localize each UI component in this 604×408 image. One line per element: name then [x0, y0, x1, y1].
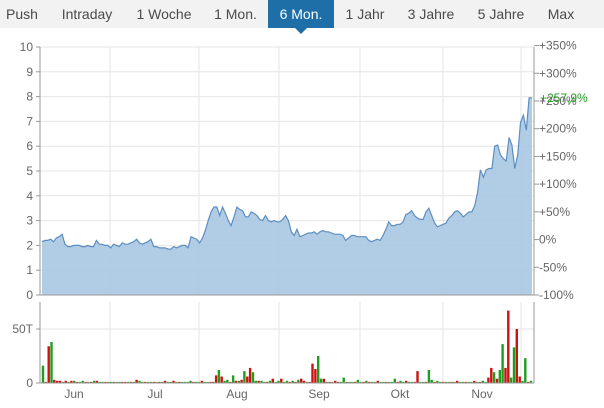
volume-bar	[300, 378, 303, 383]
volume-bar	[495, 378, 499, 383]
last-value-label: +257,9%	[540, 91, 588, 105]
x-tick-label: Sep	[308, 387, 330, 401]
volume-bar	[246, 376, 249, 383]
volume-bar	[492, 372, 496, 383]
volume-bar	[512, 347, 516, 383]
volume-bar	[507, 310, 510, 383]
y2-tick-label: +200%	[539, 122, 577, 136]
volume-bar	[41, 365, 45, 383]
volume-bar	[251, 372, 255, 383]
volume-bar	[280, 378, 283, 383]
y-tick-label: 3	[26, 214, 33, 228]
x-tick-label: Jul	[147, 387, 162, 401]
volume-bar	[322, 378, 326, 383]
volume-bar	[220, 376, 223, 383]
y-tick-label: 5	[26, 164, 33, 178]
volume-bar	[524, 358, 527, 383]
volume-bar	[504, 367, 507, 383]
price-chart: 0 1 2 3 4 5 6 7 8 9 10 -100% -50% 0% +50% +100% +150% +20…	[12, 39, 588, 401]
volume-bar	[243, 371, 246, 383]
volume-y-tick-label: 0	[26, 376, 33, 390]
y-tick-label: 0	[26, 288, 33, 302]
volume-bar	[214, 375, 218, 383]
price-area	[41, 97, 532, 295]
volume-bar	[518, 376, 521, 383]
volume-y-tick-label: 50T	[12, 322, 33, 336]
volume-bar	[248, 367, 252, 383]
y-tick-label: 1	[26, 263, 33, 277]
volume-bars	[41, 310, 533, 383]
y2-tick-label: +350%	[539, 39, 577, 53]
volume-bar	[498, 370, 501, 383]
y-tick-label: 7	[26, 114, 33, 128]
y2-tick-label: 0%	[539, 233, 557, 247]
volume-bar	[47, 346, 50, 383]
volume-bar	[217, 370, 221, 383]
x-tick-label: Okt	[391, 387, 410, 401]
x-tick-label: Nov	[471, 387, 492, 401]
volume-bar	[342, 377, 345, 383]
y-tick-label: 6	[26, 139, 33, 153]
y-tick-label: 2	[26, 238, 33, 252]
y-tick-label: 8	[26, 90, 33, 104]
volume-bar	[490, 367, 493, 383]
volume-bar	[314, 369, 317, 383]
x-tick-label: Jun	[64, 387, 83, 401]
x-tick-label: Aug	[226, 387, 247, 401]
volume-bar	[487, 377, 490, 383]
y2-tick-label: +50%	[539, 205, 570, 219]
y2-tick-label: -100%	[539, 288, 574, 302]
volume-bar	[271, 378, 274, 383]
volume-bar	[311, 363, 314, 383]
y2-tick-label: +100%	[539, 177, 577, 191]
volume-bar	[427, 370, 431, 383]
volume-bar	[501, 344, 504, 383]
y-tick-label: 9	[26, 65, 33, 79]
y-tick-label: 10	[20, 40, 34, 54]
price-area-fill	[42, 97, 532, 295]
volume-bar	[231, 375, 235, 383]
volume-bar	[416, 371, 419, 383]
volume-bar	[393, 378, 396, 383]
volume-bar	[317, 356, 320, 383]
volume-bar	[319, 378, 323, 383]
y2-tick-label: -50%	[539, 260, 567, 274]
volume-bar	[515, 329, 518, 383]
volume-bar	[509, 377, 513, 383]
y2-tick-label: +150%	[539, 149, 577, 163]
y2-tick-label: +300%	[539, 66, 577, 80]
y-tick-label: 4	[26, 189, 33, 203]
volume-bar	[50, 342, 53, 383]
